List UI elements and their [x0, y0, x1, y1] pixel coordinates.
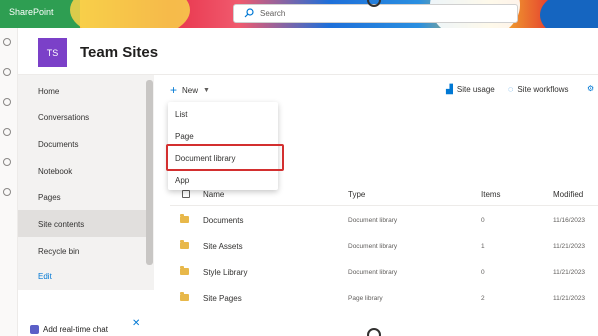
nav-item-pages[interactable]: Pages — [38, 193, 61, 202]
site-workflows-button[interactable]: ◌ Site workflows — [508, 84, 568, 94]
nav-edit-link[interactable]: Edit — [38, 272, 52, 281]
column-header-name[interactable]: Name — [203, 190, 224, 199]
left-app-rail — [0, 28, 18, 336]
row-name[interactable]: Site Assets — [203, 242, 243, 251]
site-usage-label: Site usage — [456, 85, 495, 94]
menu-item-app[interactable]: App — [175, 176, 189, 185]
rail-sites-icon[interactable] — [3, 68, 11, 76]
gear-icon[interactable]: ⚙ — [587, 84, 594, 93]
row-type: Page library — [348, 295, 383, 302]
site-logo[interactable]: TS — [38, 38, 67, 67]
row-type: Document library — [348, 217, 398, 224]
workflow-icon: ◌ — [508, 84, 514, 94]
library-icon — [180, 266, 189, 275]
menu-item-page[interactable]: Page — [175, 132, 194, 141]
row-name[interactable]: Style Library — [203, 268, 247, 277]
rail-news-icon[interactable] — [3, 98, 11, 106]
menu-item-list[interactable]: List — [175, 110, 187, 119]
search-placeholder: Search — [260, 9, 286, 18]
site-workflows-label: Site workflows — [517, 84, 569, 94]
row-type: Document library — [348, 269, 398, 276]
cursor-ring-icon — [367, 328, 381, 336]
close-icon[interactable]: ✕ — [132, 318, 140, 329]
column-header-type[interactable]: Type — [348, 190, 365, 199]
row-name[interactable]: Documents — [203, 216, 243, 225]
site-title[interactable]: Team Sites — [80, 44, 158, 61]
suite-bar-decoration — [70, 0, 190, 28]
row-modified: 11/21/2023 — [553, 243, 586, 250]
site-logo-initials: TS — [46, 47, 59, 58]
app-name-link[interactable]: SharePoint — [9, 7, 54, 17]
column-header-items[interactable]: Items — [481, 190, 501, 199]
library-icon — [180, 214, 189, 223]
select-all-checkbox[interactable] — [182, 190, 190, 198]
row-items: 2 — [481, 295, 485, 302]
search-input[interactable]: Search — [233, 4, 518, 23]
nav-item-recycle-bin[interactable]: Recycle bin — [38, 247, 79, 256]
rail-create-icon[interactable] — [3, 188, 11, 196]
rail-home-icon[interactable] — [3, 38, 11, 46]
nav-item-notebook[interactable]: Notebook — [38, 167, 72, 176]
row-items: 0 — [481, 217, 485, 224]
library-icon — [180, 240, 189, 249]
library-icon — [180, 292, 189, 301]
new-button-label: New — [182, 85, 199, 95]
suite-bar-decoration — [540, 0, 598, 28]
row-items: 0 — [481, 269, 485, 276]
suite-bar: SharePoint Search — [0, 0, 598, 28]
row-type: Document library — [348, 243, 398, 250]
site-usage-button[interactable]: ▟ Site usage — [446, 84, 495, 95]
chart-icon: ▟ — [446, 84, 453, 94]
highlight-annotation — [166, 144, 284, 171]
add-chat-label: Add real-time chat — [43, 325, 108, 334]
row-modified: 11/21/2023 — [553, 295, 586, 302]
rail-files-icon[interactable] — [3, 128, 11, 136]
plus-icon: + — [170, 83, 178, 97]
chevron-down-icon: ▼ — [203, 86, 210, 94]
row-items: 1 — [481, 243, 485, 250]
new-button[interactable]: + New ▼ — [170, 82, 210, 98]
nav-item-home[interactable]: Home — [38, 87, 59, 96]
row-name[interactable]: Site Pages — [203, 294, 242, 303]
column-header-modified[interactable]: Modified — [553, 190, 583, 199]
search-icon — [244, 8, 254, 18]
nav-item-site-contents[interactable]: Site contents — [38, 220, 84, 229]
rail-lists-icon[interactable] — [3, 158, 11, 166]
nav-item-conversations[interactable]: Conversations — [38, 113, 89, 122]
left-navigation — [18, 75, 154, 290]
row-modified: 11/21/2023 — [553, 269, 586, 276]
row-modified: 11/16/2023 — [553, 217, 586, 224]
nav-item-documents[interactable]: Documents — [38, 140, 78, 149]
nav-scrollbar[interactable] — [146, 80, 153, 265]
teams-icon — [30, 325, 39, 334]
header-separator — [170, 205, 598, 206]
